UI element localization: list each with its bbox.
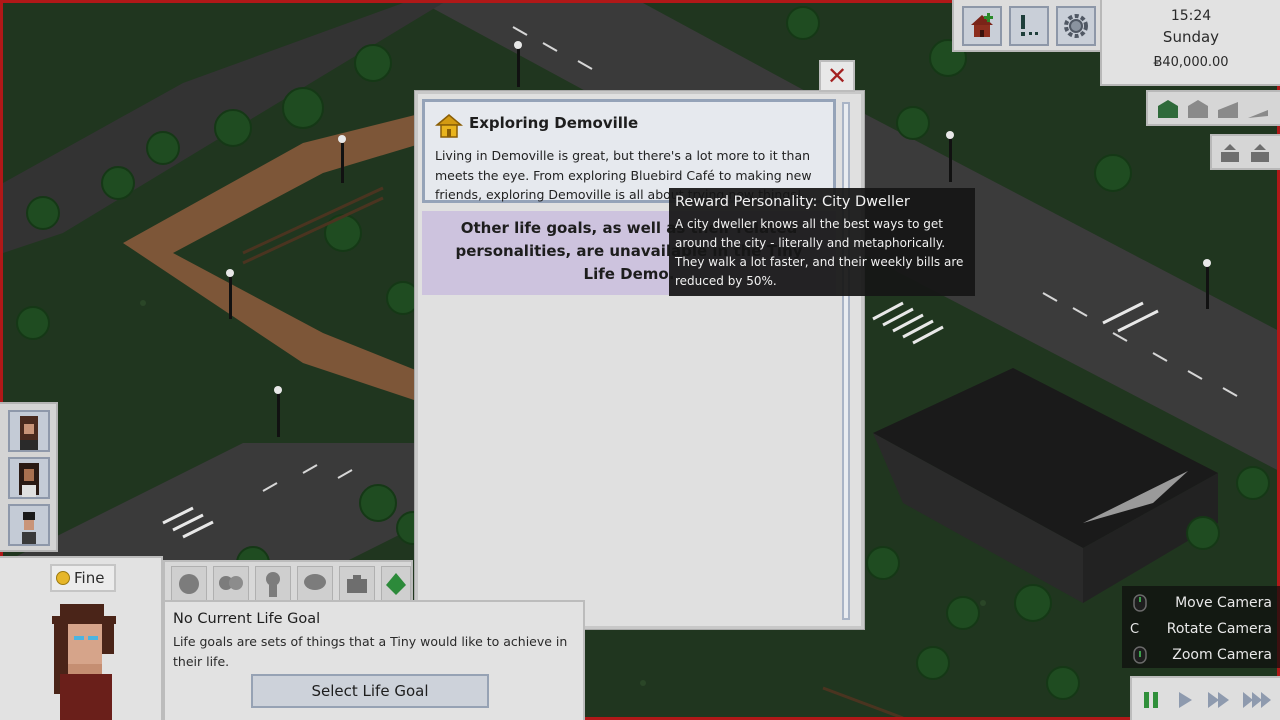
zoom-camera-label: Zoom Camera <box>1172 647 1272 663</box>
tiny-avatar-3 <box>22 512 36 544</box>
play-speed-2-icon <box>1208 692 1229 708</box>
life-goal-dialog: Exploring Demoville Living in Demoville … <box>415 91 864 629</box>
settings-gear-icon <box>1064 14 1088 38</box>
goals-list-icon <box>1021 15 1038 36</box>
settings-button[interactable] <box>1056 6 1096 46</box>
rotate-camera-label: Rotate Camera <box>1166 621 1272 637</box>
life-goal-tab[interactable] <box>381 566 411 602</box>
speed-controls <box>1130 676 1280 720</box>
current-life-goal-description: Life goals are sets of things that a Tin… <box>173 634 568 669</box>
scroll-wheel-icon <box>1133 646 1147 664</box>
play-speed-3-icon <box>1243 692 1271 708</box>
hud-button-bar <box>952 0 1102 52</box>
house-gold-icon <box>435 114 463 138</box>
build-house-button[interactable] <box>962 6 1002 46</box>
needs-tab-icon <box>179 574 199 594</box>
close-button[interactable]: ✕ <box>819 60 855 92</box>
tiny-portrait-2[interactable] <box>8 457 50 499</box>
life-goal-title: Exploring Demoville <box>469 114 639 132</box>
tiny-info-tabs <box>163 560 413 602</box>
floor-bar <box>1210 134 1280 170</box>
tooltip-title: Reward Personality: City Dweller <box>675 194 910 210</box>
mood-label: Fine <box>74 569 105 587</box>
play-speed-1-icon <box>1179 692 1192 708</box>
goals-list-button[interactable] <box>1009 6 1049 46</box>
build-house-icon <box>971 13 993 37</box>
close-icon: ✕ <box>826 62 848 90</box>
selected-tiny-avatar <box>52 604 116 720</box>
move-camera-label: Move Camera <box>1175 595 1272 611</box>
tiny-avatar-1 <box>20 416 38 450</box>
thoughts-tab-icon <box>304 574 326 590</box>
day-display: Sunday <box>1162 28 1220 46</box>
tooltip-description: A city dweller knows all the best ways t… <box>675 217 964 288</box>
camera-angle-4-icon[interactable] <box>1246 98 1270 120</box>
play-speed-2-button[interactable] <box>1204 686 1234 714</box>
household-portraits <box>0 402 58 552</box>
select-life-goal-button[interactable]: Select Life Goal <box>251 674 489 708</box>
floor-up-icon[interactable] <box>1248 142 1272 164</box>
rotate-camera-key: C <box>1130 622 1140 637</box>
thoughts-tab[interactable] <box>297 566 333 602</box>
relationships-tab[interactable] <box>213 566 249 602</box>
life-goal-tab-icon <box>386 573 406 595</box>
current-life-goal-title: No Current Life Goal <box>173 611 321 627</box>
floor-down-icon[interactable] <box>1218 142 1242 164</box>
pause-button[interactable] <box>1136 686 1166 714</box>
play-speed-3-button[interactable] <box>1240 686 1276 714</box>
tiny-avatar-2 <box>19 463 39 497</box>
reward-tooltip: Reward Personality: City Dweller A city … <box>669 188 975 296</box>
smiley-icon <box>56 571 70 585</box>
relationships-tab-icon <box>219 576 243 590</box>
needs-tab[interactable] <box>171 566 207 602</box>
personality-tab-icon <box>266 572 280 597</box>
clock-panel: 15:24 Sunday Ƀ40,000.00 <box>1100 0 1280 86</box>
job-tab[interactable] <box>339 566 375 602</box>
tiny-portrait-3[interactable] <box>8 504 50 546</box>
camera-angle-2-icon[interactable] <box>1186 98 1210 120</box>
time-display: 15:24 <box>1170 8 1212 24</box>
job-tab-icon <box>347 575 367 593</box>
camera-angle-bar <box>1146 90 1280 126</box>
camera-controls-hint: Move Camera C Rotate Camera Zoom Camera <box>1122 586 1280 668</box>
personality-tab[interactable] <box>255 566 291 602</box>
camera-angle-1-icon[interactable] <box>1156 98 1180 120</box>
play-speed-1-button[interactable] <box>1170 686 1200 714</box>
money-display: Ƀ40,000.00 <box>1153 55 1229 70</box>
tiny-portrait-1[interactable] <box>8 410 50 452</box>
camera-angle-3-icon[interactable] <box>1216 98 1240 120</box>
pause-icon <box>1144 692 1158 708</box>
mood-indicator: Fine <box>50 564 116 592</box>
mouse-icon <box>1133 594 1147 612</box>
dialog-scrollbar[interactable] <box>842 102 850 620</box>
